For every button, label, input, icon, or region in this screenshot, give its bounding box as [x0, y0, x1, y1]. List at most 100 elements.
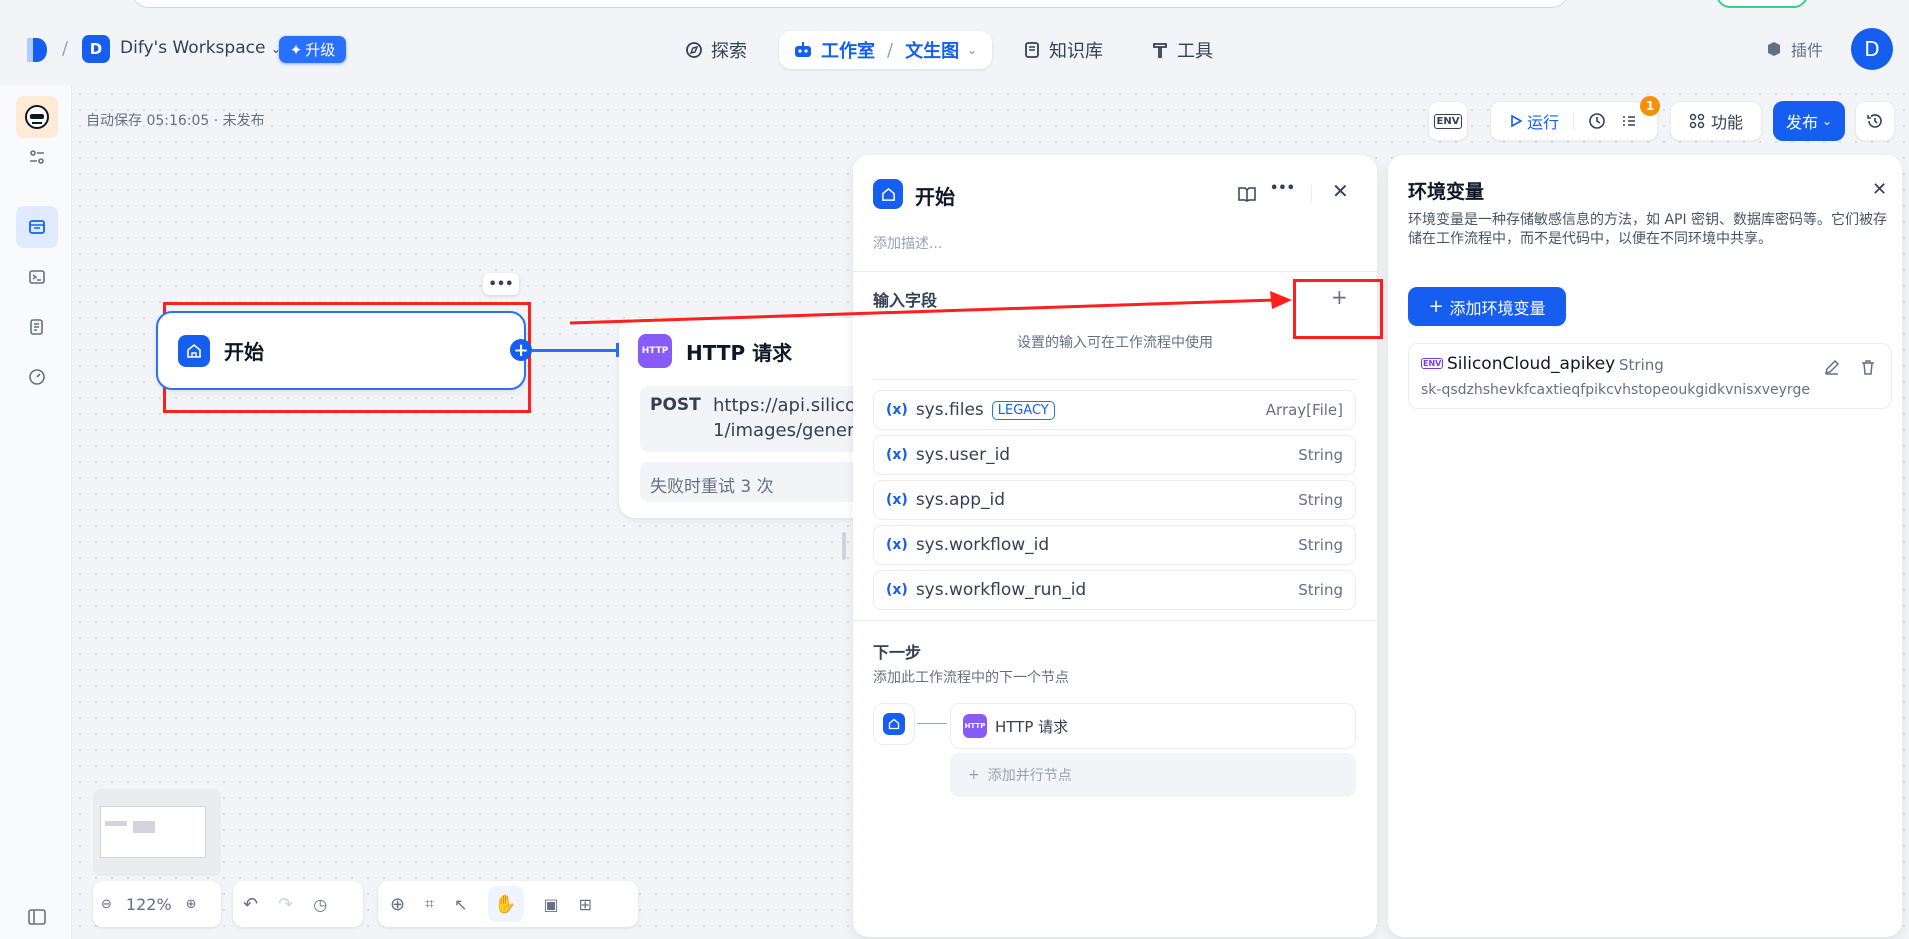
browser-search-bar[interactable] [130, 0, 1570, 8]
workspace-name: Dify's Workspace [120, 38, 266, 58]
variable-icon: (x) [886, 582, 908, 598]
pointer-icon[interactable]: ↖ [454, 895, 467, 914]
app-avatar-icon[interactable] [16, 96, 58, 138]
env-variable-type: String [1619, 356, 1664, 374]
app-name[interactable]: 文生图 [905, 37, 959, 63]
next-node-http[interactable]: HTTP HTTP 请求 [950, 703, 1356, 749]
env-panel-title: 环境变量 [1408, 181, 1485, 203]
divider [873, 379, 1357, 380]
input-field-row[interactable]: (x) sys.app_id String [873, 480, 1356, 520]
trash-icon[interactable] [1859, 358, 1877, 376]
run-toolbar-group: 运行 [1490, 101, 1658, 141]
organize-layout-icon[interactable]: ⊞ [579, 895, 592, 914]
play-icon [1511, 114, 1523, 128]
plus-icon: + [513, 339, 529, 361]
monitoring-gauge-icon[interactable] [16, 356, 58, 398]
close-icon[interactable]: ✕ [1872, 179, 1887, 200]
close-icon[interactable]: ✕ [1332, 179, 1349, 203]
export-image-icon[interactable]: ▣ [544, 895, 559, 914]
logs-icon[interactable] [16, 306, 58, 348]
variable-icon: (x) [886, 447, 908, 463]
history-icon[interactable]: ◷ [313, 895, 327, 914]
left-sidebar [0, 86, 72, 939]
divider [853, 271, 1377, 272]
input-field-row[interactable]: (x) sys.user_id String [873, 435, 1356, 475]
add-note-icon[interactable]: ⌗ [425, 894, 434, 914]
field-type: String [1298, 491, 1343, 509]
add-node-icon[interactable]: ⊕ [390, 894, 405, 915]
next-step-source [873, 703, 915, 745]
add-parallel-node[interactable]: + 添加并行节点 [950, 753, 1356, 797]
sparkle-icon: ✦ [289, 40, 303, 59]
compass-icon [686, 42, 702, 58]
run-button[interactable]: 运行 [1509, 109, 1559, 133]
variable-icon: (x) [886, 537, 908, 553]
features-button[interactable]: 功能 [1670, 101, 1762, 141]
publish-button[interactable]: 发布 ⌄ [1773, 101, 1845, 141]
divider [1311, 185, 1312, 203]
upgrade-button[interactable]: ✦ 升级 [279, 36, 346, 63]
variable-icon: (x) [886, 492, 908, 508]
settings-sliders-icon[interactable] [16, 136, 58, 178]
nav-tools[interactable]: 工具 [1151, 37, 1213, 63]
panel-resize-handle[interactable] [842, 532, 846, 560]
plus-icon: + [1428, 296, 1444, 317]
orchestrate-icon[interactable] [16, 206, 58, 248]
undo-icon[interactable]: ↶ [243, 894, 258, 915]
field-type: Array[File] [1265, 401, 1343, 419]
add-parallel-label: 添加并行节点 [987, 768, 1072, 784]
http-method: POST [650, 395, 701, 415]
workspace-selector[interactable]: Dify's Workspace ⌄ [120, 38, 281, 58]
zoom-level[interactable]: 122% [126, 895, 172, 914]
version-history-button[interactable] [1855, 101, 1895, 141]
more-horizontal-icon[interactable]: ••• [1270, 181, 1295, 196]
home-icon [178, 334, 210, 367]
book-open-icon[interactable] [1237, 185, 1257, 203]
nav-studio[interactable]: 工作室 / 文生图 ⌄ [779, 31, 992, 69]
history-icon [1867, 114, 1882, 128]
nav-tools-label: 工具 [1177, 41, 1213, 62]
user-avatar[interactable]: D [1851, 28, 1893, 70]
input-field-row[interactable]: (x) sys.files LEGACY Array[File] [873, 390, 1356, 430]
cube-icon [1768, 42, 1780, 56]
nav-plugins[interactable]: 插件 [1765, 37, 1823, 61]
workspace-avatar[interactable]: D [82, 35, 110, 63]
dify-logo-icon[interactable] [24, 36, 50, 64]
http-request-node[interactable]: HTTP HTTP 请求 POST https://api.silico 1/i… [619, 318, 859, 518]
run-label: 运行 [1527, 113, 1560, 132]
history-run-icon[interactable] [1588, 112, 1606, 130]
minimap[interactable] [93, 789, 221, 876]
nav-knowledge-label: 知识库 [1049, 41, 1103, 62]
env-variable-card[interactable]: ENV SiliconCloud_apikey String sk-qsdzhs… [1408, 343, 1892, 409]
description-input[interactable]: 添加描述... [873, 233, 942, 253]
zoom-in-icon[interactable]: ⊕ [186, 897, 197, 912]
add-next-node-button[interactable]: + [510, 339, 532, 361]
nav-explore[interactable]: 探索 [685, 37, 747, 63]
node-more-button[interactable]: ••• [483, 273, 519, 295]
checklist-icon[interactable] [1620, 112, 1638, 130]
nav-plugins-label: 插件 [1791, 41, 1824, 60]
history-controls: ↶ ↷ ◷ [233, 881, 363, 927]
chevron-down-icon: ⌄ [967, 43, 978, 57]
panel-title[interactable]: 开始 [915, 181, 955, 210]
redo-icon[interactable]: ↷ [278, 894, 293, 915]
http-url-line1: https://api.silico [713, 395, 856, 416]
env-variable-name: SiliconCloud_apikey [1447, 354, 1616, 374]
input-field-row[interactable]: (x) sys.workflow_id String [873, 525, 1356, 565]
input-field-row[interactable]: (x) sys.workflow_run_id String [873, 570, 1356, 610]
field-name: sys.files [915, 400, 984, 420]
terminal-icon[interactable] [16, 256, 58, 298]
sidebar-toggle-icon[interactable] [16, 896, 58, 938]
next-node-label: HTTP 请求 [995, 717, 1069, 736]
chevron-down-icon: ⌄ [1821, 114, 1833, 128]
features-grid-icon [1689, 113, 1705, 129]
start-node[interactable]: 开始 [156, 311, 526, 390]
add-env-variable-button[interactable]: + 添加环境变量 [1408, 287, 1566, 326]
edit-pencil-icon[interactable] [1823, 358, 1841, 376]
nav-knowledge[interactable]: 知识库 [1023, 37, 1103, 63]
hand-icon[interactable]: ✋ [487, 886, 524, 922]
browser-status-pill[interactable] [1716, 0, 1808, 8]
breadcrumb-separator: / [62, 38, 69, 59]
env-button[interactable]: ENV [1428, 101, 1468, 141]
zoom-out-icon[interactable]: ⊖ [101, 897, 112, 912]
